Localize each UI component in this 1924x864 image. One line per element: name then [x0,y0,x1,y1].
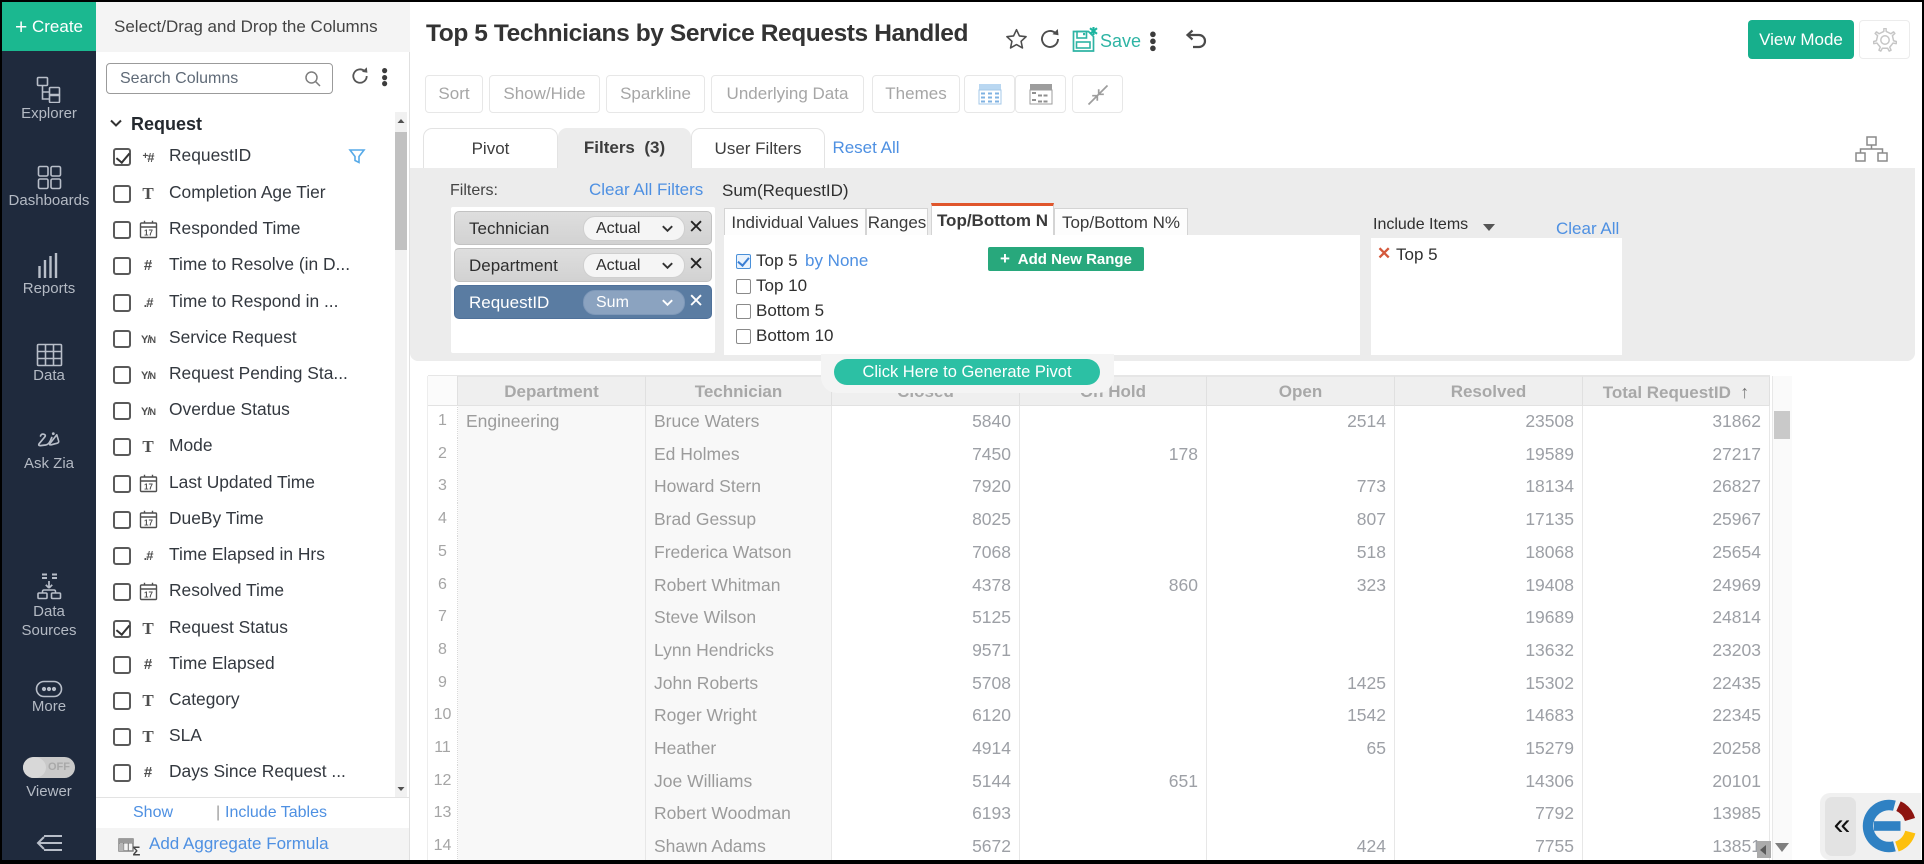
svg-text:17: 17 [144,519,153,528]
svg-text:Σ: Σ [133,844,141,857]
svg-text:17: 17 [144,229,153,238]
svg-text:17: 17 [144,483,153,492]
svg-text:17: 17 [144,591,153,600]
